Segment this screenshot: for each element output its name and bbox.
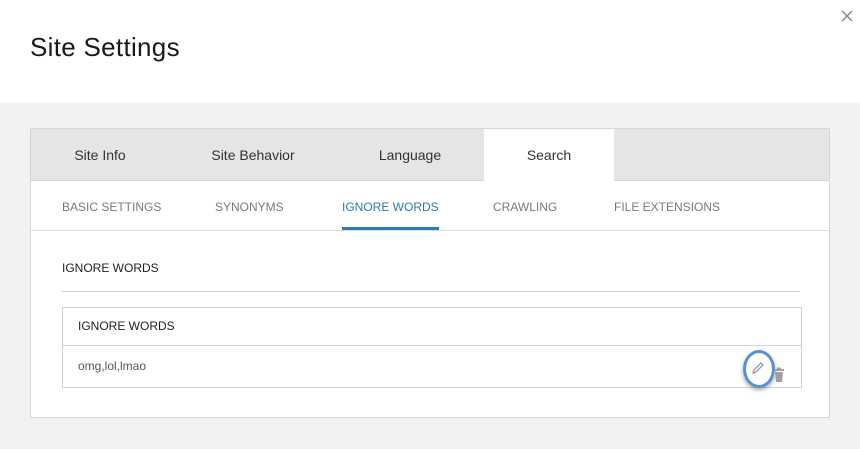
subtab-crawling[interactable]: CRAWLING — [493, 181, 557, 230]
close-icon[interactable] — [838, 7, 856, 25]
active-subtab-indicator — [342, 227, 439, 230]
sub-tab-bar: BASIC SETTINGS SYNONYMS IGNORE WORDS CRA… — [31, 181, 829, 231]
page-title: Site Settings — [30, 32, 180, 62]
subtab-ignore-words[interactable]: IGNORE WORDS — [342, 181, 439, 230]
table-row: omg,lol,lmao — [63, 346, 801, 388]
settings-card: Site Info Site Behavior Language Search … — [30, 128, 830, 418]
main-tab-bar: Site Info Site Behavior Language Search — [31, 129, 829, 181]
table-header: IGNORE WORDS — [63, 308, 801, 346]
section-title: IGNORE WORDS — [62, 261, 159, 275]
subtab-label: BASIC SETTINGS — [62, 200, 162, 214]
pencil-icon[interactable] — [751, 361, 765, 375]
subtab-label: CRAWLING — [493, 200, 558, 214]
tab-search[interactable]: Search — [484, 129, 614, 181]
close-button[interactable] — [838, 7, 856, 25]
subtab-label: IGNORE WORDS — [342, 200, 439, 214]
subtab-label: FILE EXTENSIONS — [614, 200, 721, 214]
delete-button[interactable] — [772, 359, 786, 382]
tab-site-info[interactable]: Site Info — [31, 129, 169, 181]
subtab-file-extensions[interactable]: FILE EXTENSIONS — [614, 181, 720, 230]
table-header-label: IGNORE WORDS — [78, 319, 175, 333]
tab-site-behavior[interactable]: Site Behavior — [169, 129, 337, 181]
trash-icon[interactable] — [772, 367, 786, 383]
ignore-words-value: omg,lol,lmao — [78, 359, 147, 373]
section-divider — [62, 291, 800, 292]
edit-button[interactable] — [743, 350, 775, 388]
subtab-synonyms[interactable]: SYNONYMS — [215, 181, 284, 230]
subtab-basic-settings[interactable]: BASIC SETTINGS — [62, 181, 161, 230]
ignore-words-table: IGNORE WORDS omg,lol,lmao — [62, 307, 802, 388]
subtab-label: SYNONYMS — [215, 200, 284, 214]
tab-language[interactable]: Language — [337, 129, 483, 181]
modal-header: Site Settings — [0, 0, 860, 103]
